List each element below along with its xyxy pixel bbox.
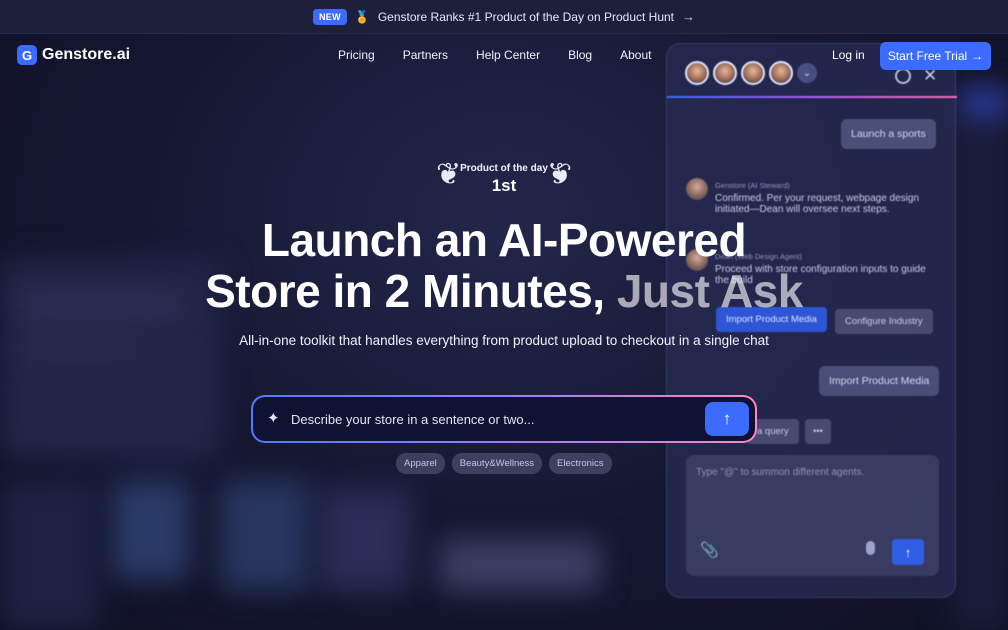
arrow-right-icon[interactable]: → — [682, 9, 695, 24]
start-free-trial-button[interactable]: Start Free Trial → — [880, 42, 991, 70]
new-badge: NEW — [312, 8, 347, 25]
start-free-trial-label: Start Free Trial — [887, 49, 968, 63]
award-rank: 1st — [491, 176, 517, 195]
user-message: Launch a sports — [841, 119, 936, 149]
attachment-icon[interactable]: 📎 — [700, 541, 719, 559]
logo[interactable]: G Genstore.ai — [17, 45, 130, 65]
hero-headline: Launch an AI-Powered Store in 2 Minutes,… — [150, 215, 858, 317]
agent-chat-panel: ⌄ ✕ Launch a sports Genstore (AI Steward… — [666, 43, 957, 598]
logo-mark-icon: G — [17, 45, 37, 65]
product-of-the-day-award: ❦ ❦ Product of the day 1st — [436, 155, 572, 201]
headline-line-2: Store in 2 Minutes, Just Ask — [150, 266, 858, 317]
medal-icon: 🏅 — [354, 9, 370, 24]
tag-beauty-wellness[interactable]: Beauty&Wellness — [451, 453, 543, 474]
headline-line-2-main: Store in 2 Minutes, — [205, 265, 617, 317]
announcement-text[interactable]: Genstore Ranks #1 Product of the Day on … — [378, 10, 674, 24]
announcement-bar[interactable]: NEW 🏅 Genstore Ranks #1 Product of the D… — [0, 0, 1008, 34]
nav-link-help-center[interactable]: Help Center — [476, 48, 540, 62]
store-prompt-inner: ✦ ↑ — [253, 397, 755, 441]
agent-message-text: Confirmed. Per your request, webpage des… — [715, 193, 920, 215]
submit-button[interactable]: ↑ — [705, 402, 749, 436]
nav-link-pricing[interactable]: Pricing — [338, 48, 375, 62]
tag-apparel[interactable]: Apparel — [396, 453, 445, 474]
nav-link-blog[interactable]: Blog — [568, 48, 592, 62]
suggestion-tags: Apparel Beauty&Wellness Electronics — [396, 453, 612, 474]
gradient-divider — [667, 96, 957, 98]
arrow-right-icon: → — [971, 49, 984, 63]
agent-message: Genstore (AI Steward) Confirmed. Per you… — [715, 181, 940, 215]
logo-text: Genstore.ai — [42, 46, 131, 63]
award-label: Product of the day — [460, 163, 548, 174]
headline-line-1: Launch an AI-Powered — [261, 214, 747, 266]
sparkle-icon: ✦ — [267, 410, 280, 427]
nav-link-partners[interactable]: Partners — [403, 48, 448, 62]
login-link[interactable]: Log in — [832, 48, 865, 62]
nav-link-about[interactable]: About — [620, 48, 651, 62]
chat-composer[interactable]: Type "@" to summon different agents. 📎 ↑ — [686, 455, 939, 576]
composer-placeholder: Type "@" to summon different agents. — [696, 467, 865, 478]
headline-line-2-fade: Just Ask — [616, 265, 804, 317]
nav-links: Pricing Partners Help Center Blog About — [338, 48, 679, 62]
top-nav: G Genstore.ai Pricing Partners Help Cent… — [0, 34, 1008, 78]
store-prompt-box: ✦ ↑ — [251, 395, 757, 443]
store-description-input[interactable] — [291, 406, 691, 432]
send-button[interactable]: ↑ — [892, 539, 924, 565]
agent-avatar — [686, 178, 708, 200]
user-message: Import Product Media — [819, 366, 940, 396]
more-options-icon[interactable]: ••• — [805, 419, 831, 444]
agent-name: Genstore (AI Steward) — [715, 181, 790, 190]
tag-electronics[interactable]: Electronics — [549, 453, 612, 474]
hero-subhead: All-in-one toolkit that handles everythi… — [239, 333, 769, 348]
microphone-icon[interactable] — [866, 541, 875, 555]
